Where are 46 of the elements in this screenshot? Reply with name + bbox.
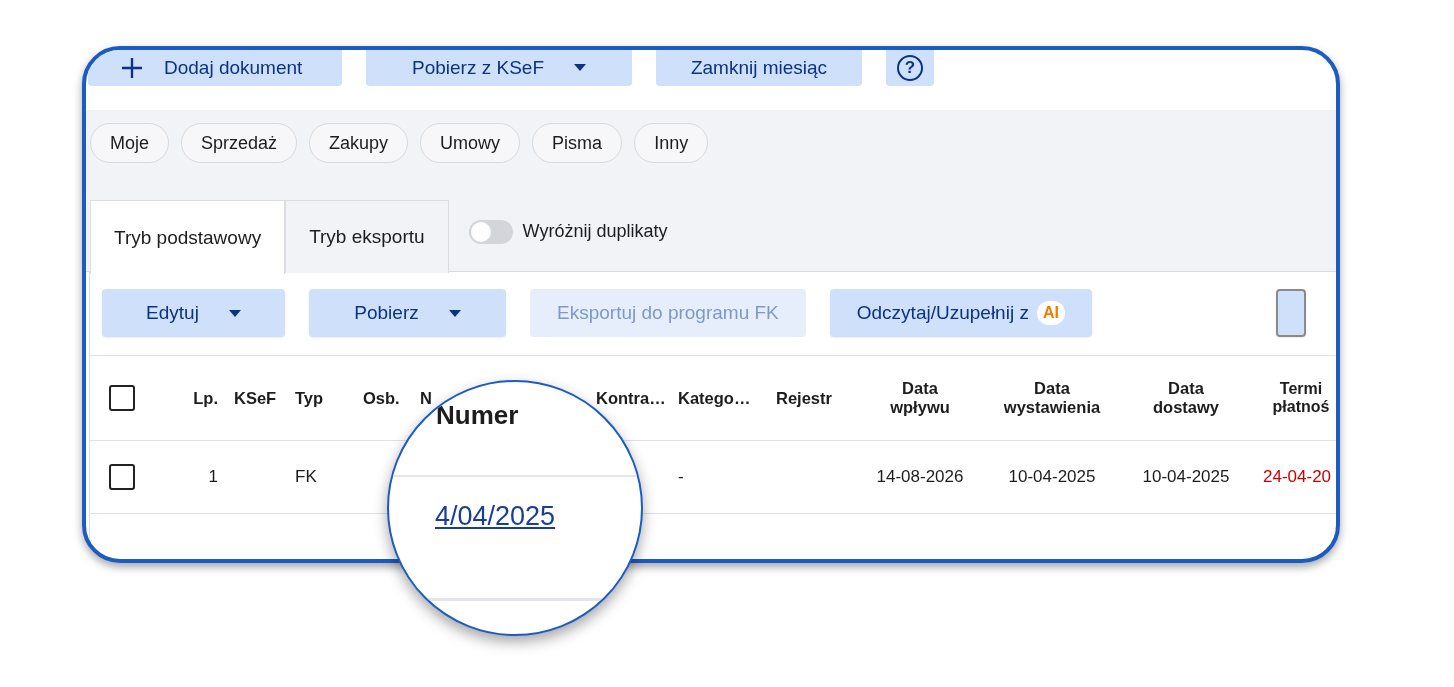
toolbar-button[interactable]: Zamknij miesiąc — [656, 50, 862, 86]
action-button[interactable]: Edytuj — [102, 289, 285, 337]
column-header[interactable]: KSeF — [234, 388, 277, 408]
table-cell: - — [678, 467, 684, 487]
column-header[interactable]: Termi płatnoś — [1269, 380, 1333, 416]
checkbox[interactable] — [109, 464, 135, 490]
column-header[interactable]: N — [420, 388, 432, 408]
ai-badge: AI — [1036, 301, 1065, 325]
toggle-switch[interactable] — [468, 219, 513, 244]
add-document-button[interactable]: Dodaj dokument — [88, 50, 342, 86]
tab[interactable]: Tryb eksportu — [285, 200, 449, 273]
caret-icon — [574, 64, 586, 71]
filter-chip[interactable]: Pisma — [532, 123, 623, 163]
caret-icon — [448, 309, 461, 317]
table-cell: 10-04-2025 — [1008, 467, 1096, 487]
action-button[interactable]: Pobierz — [309, 289, 506, 337]
column-header[interactable]: Osb. — [363, 388, 400, 408]
column-header[interactable]: Lp. — [193, 388, 218, 408]
caret-icon — [228, 309, 241, 317]
table-cell: 24-04-20 — [1263, 467, 1332, 487]
table-cell: FK — [295, 467, 317, 487]
table-cell: 1 — [208, 467, 218, 487]
action-button[interactable]: Odczytaj/Uzupełnij z AI — [829, 289, 1092, 337]
filter-chip[interactable]: Inny — [634, 123, 709, 163]
column-header[interactable]: Data wystawienia — [992, 379, 1112, 417]
filter-chip[interactable]: Sprzedaż — [181, 123, 298, 163]
toggle-label: Wyróżnij duplikaty — [522, 221, 668, 242]
column-header: Numer — [436, 400, 519, 430]
help-button[interactable]: ? — [886, 50, 934, 86]
toolbar-button[interactable] — [1275, 289, 1306, 337]
checkbox[interactable] — [109, 385, 135, 411]
column-header[interactable]: Katego… — [678, 388, 751, 408]
toolbar-button[interactable]: Pobierz z KSeF — [366, 50, 632, 86]
filter-chip[interactable]: Moje — [90, 123, 169, 163]
table-cell: 14-08-2026 — [876, 467, 964, 487]
column-header[interactable]: Typ — [295, 388, 324, 408]
column-header[interactable]: Data dostawy — [1146, 379, 1226, 417]
tab[interactable]: Tryb podstawowy — [90, 200, 286, 274]
table-cell: 10-04-2025 — [1142, 467, 1230, 487]
filter-chip[interactable]: Zakupy — [309, 123, 409, 163]
column-header[interactable]: Kontra… — [596, 388, 666, 408]
column-header[interactable]: Data wpływu — [885, 379, 955, 417]
plus-icon — [122, 57, 142, 78]
document-number-link[interactable]: 4/04/2025 — [435, 501, 556, 531]
filter-chip[interactable]: Umowy — [420, 123, 521, 163]
column-header[interactable]: Rejestr — [776, 388, 832, 408]
